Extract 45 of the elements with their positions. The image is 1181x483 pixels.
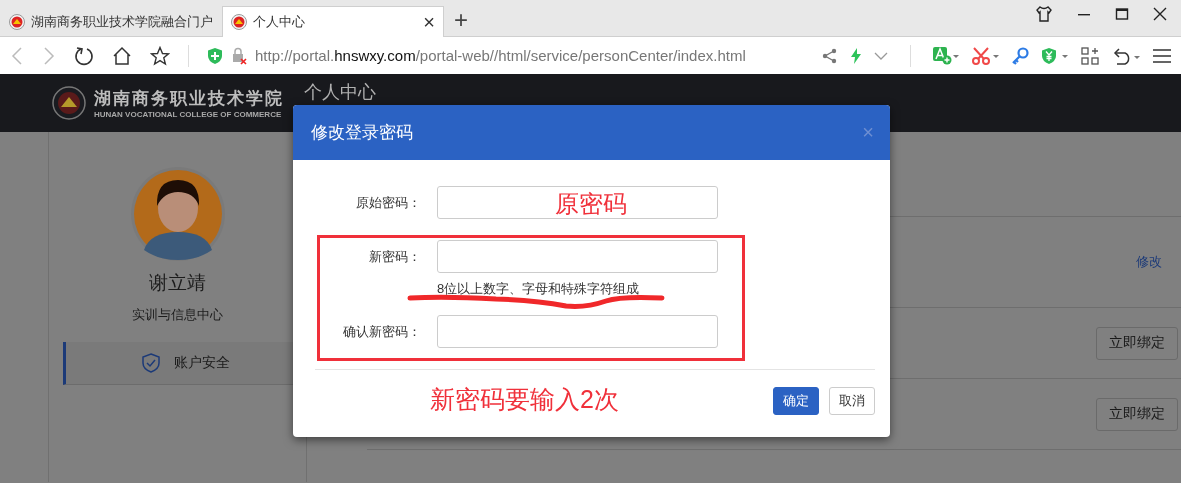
field-label: 新密码： [368,248,421,266]
dialog-title: 修改登录密码 [311,122,413,144]
page-title: 个人中心 [304,82,376,102]
close-icon[interactable] [1153,7,1167,21]
scissors-icon[interactable] [971,46,999,65]
lightning-icon[interactable] [850,47,862,64]
maximize-icon[interactable] [1115,7,1129,21]
emblem-icon [9,13,25,30]
bind-button[interactable]: 立即绑定 [1096,397,1178,431]
annotation-text: 新密码要输入2次 [430,384,619,415]
home-icon[interactable] [112,45,132,66]
password-field[interactable] [437,315,718,348]
annotation-text: 原密码 [555,189,627,219]
browser-tab[interactable]: 个人中心 × [222,6,444,37]
new-tab-button[interactable]: + [454,8,468,32]
shield-plus-icon [207,46,223,65]
apps-icon[interactable] [1081,46,1099,65]
chevron-down-icon[interactable] [874,50,888,61]
college-name: 湖南商务职业技术学院 [94,88,284,110]
shirt-icon[interactable] [1035,5,1053,23]
browser-tab[interactable]: 湖南商务职业技术学院融合门户 [0,6,222,36]
confirm-button[interactable]: 确定 [773,387,819,415]
key-icon[interactable] [1011,46,1029,65]
password-field[interactable] [437,240,718,273]
password-field[interactable] [437,186,718,219]
emblem-icon [231,14,247,30]
college-emblem-icon [52,86,86,120]
field-label: 确认新密码： [342,323,421,341]
shield-check-icon [142,353,160,373]
menu-icon[interactable] [1153,47,1171,64]
department-name: 实训与信息中心 [132,306,223,324]
lock-warning-icon [231,46,247,65]
undo-icon[interactable] [1111,46,1141,65]
translate-icon[interactable] [933,46,959,65]
password-hint: 8位以上数字、字母和特殊字符组成 [437,280,641,298]
reload-icon[interactable] [74,45,94,66]
share-icon[interactable] [822,47,838,64]
star-icon[interactable] [150,45,170,66]
close-tab-button[interactable]: × [423,12,435,32]
bind-button[interactable]: 立即绑定 [1096,326,1178,360]
field-label: 原始密码： [355,194,421,212]
user-name: 谢立靖 [149,271,206,295]
yuan-shield-icon[interactable] [1041,46,1069,65]
cancel-button[interactable]: 取消 [829,387,875,415]
college-english-name: HUNAN VOCATIONAL COLLEGE OF COMMERCE [94,110,283,119]
